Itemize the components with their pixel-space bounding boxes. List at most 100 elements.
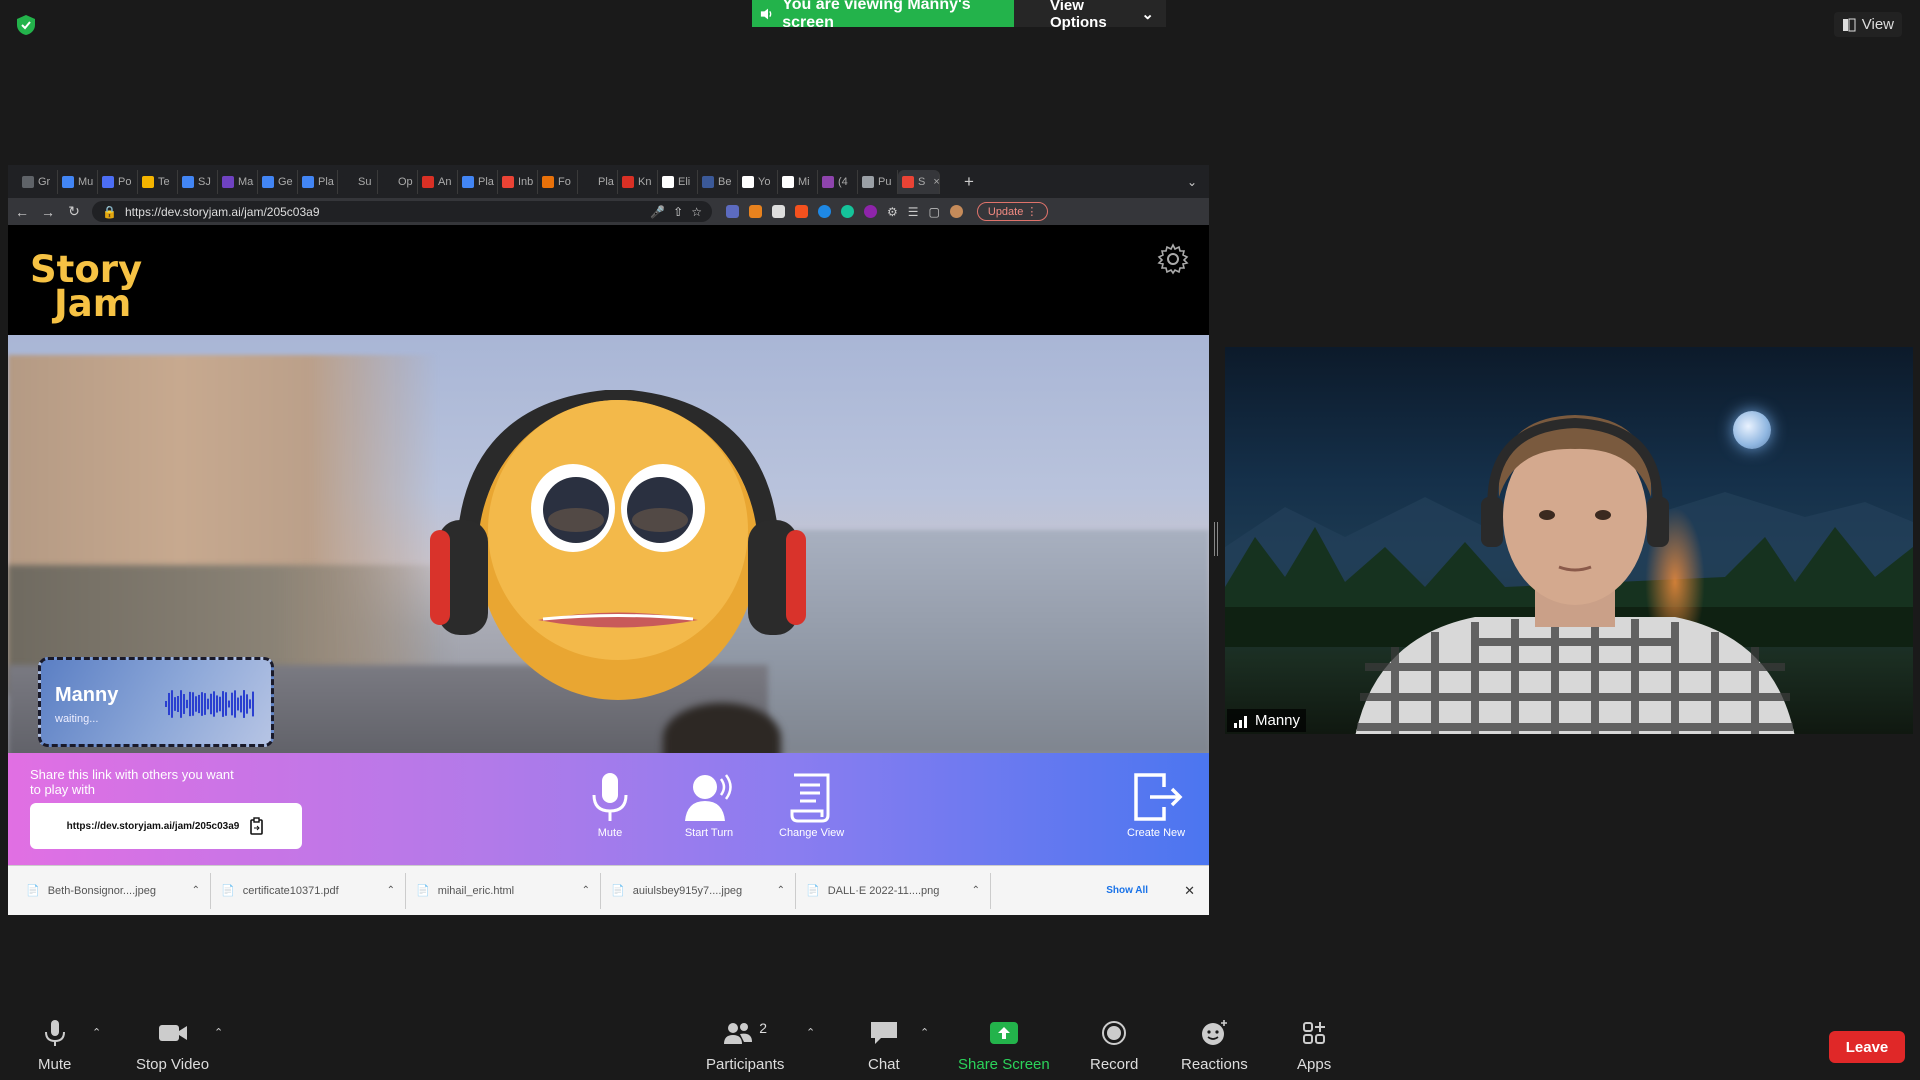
video-camera-icon	[158, 1025, 187, 1041]
copy-clipboard-icon[interactable]	[249, 817, 265, 835]
grammarly-icon[interactable]	[841, 205, 854, 218]
browser-tab[interactable]: Pla	[458, 169, 498, 194]
mute-tool-button[interactable]: Mute	[582, 771, 638, 839]
forward-arrow-icon[interactable]: →	[40, 204, 56, 220]
storyjam-logo[interactable]: Story Jam	[30, 251, 142, 322]
extension-icon[interactable]	[864, 205, 877, 218]
leave-meeting-button[interactable]: Leave	[1829, 1031, 1905, 1063]
browser-tab[interactable]: Fo	[538, 169, 578, 194]
browser-tab[interactable]: Ge	[258, 169, 298, 194]
browser-tab[interactable]: SJ	[178, 169, 218, 194]
extension-icon[interactable]	[795, 205, 808, 218]
reload-icon[interactable]: ↻	[66, 203, 82, 220]
chevron-up-icon[interactable]: ⌃	[192, 885, 200, 896]
puzzle-extensions-icon[interactable]: ⚙	[887, 205, 898, 219]
profile-avatar[interactable]	[949, 205, 963, 218]
metamask-icon[interactable]	[749, 205, 762, 218]
tab-label: Op	[398, 175, 413, 188]
change-view-label: Change View	[779, 827, 845, 839]
browser-tab[interactable]: Inb	[498, 169, 538, 194]
download-item[interactable]: 📄 certificate10371.pdf ⌃	[211, 872, 406, 909]
share-icon[interactable]: ⇧	[673, 205, 683, 219]
layout-icon	[1842, 18, 1856, 31]
browser-tab[interactable]: Eli	[658, 169, 698, 194]
security-shield-icon[interactable]	[15, 14, 37, 36]
extension-icon[interactable]	[726, 205, 739, 218]
record-button[interactable]: Record	[1090, 1020, 1138, 1073]
chevron-up-icon[interactable]: ⌃	[387, 885, 395, 896]
mute-options-caret-icon[interactable]: ⌃	[92, 1026, 101, 1039]
start-turn-button[interactable]: Start Turn	[681, 771, 737, 839]
settings-gear-icon[interactable]	[1157, 243, 1189, 275]
chevron-down-icon: ⌄	[1141, 5, 1154, 23]
tab-label: Pu	[878, 175, 892, 188]
tab-favicon-icon	[662, 175, 674, 188]
browser-tab[interactable]: Gr	[18, 169, 58, 194]
bookmark-star-icon[interactable]: ☆	[691, 205, 702, 219]
browser-tab[interactable]: Mi	[778, 169, 818, 194]
chat-button[interactable]: Chat	[868, 1020, 900, 1073]
browser-tab[interactable]: Po	[98, 169, 138, 194]
viewing-indicator: You are viewing Manny's screen	[752, 0, 1014, 31]
mute-button[interactable]: Mute	[38, 1020, 71, 1073]
reactions-button[interactable]: Reactions	[1181, 1020, 1248, 1073]
chevron-up-icon[interactable]: ⌃	[777, 885, 785, 896]
participants-options-caret-icon[interactable]: ⌃	[806, 1026, 815, 1039]
back-arrow-icon[interactable]: ←	[14, 204, 30, 220]
browser-tab[interactable]: (4	[818, 169, 858, 194]
change-view-button[interactable]: Change View	[779, 771, 844, 839]
microphone-icon[interactable]: 🎤	[650, 205, 665, 219]
browser-tab[interactable]: Op	[378, 169, 418, 194]
close-icon[interactable]: ✕	[1184, 883, 1195, 899]
browser-tab[interactable]: Pla	[298, 169, 338, 194]
download-item[interactable]: 📄 DALL·E 2022-11....png ⌃	[796, 872, 991, 909]
browser-tab[interactable]: Yo	[738, 169, 778, 194]
create-new-button[interactable]: Create New	[1127, 771, 1185, 839]
apps-button[interactable]: Apps	[1297, 1020, 1331, 1073]
new-tab-button[interactable]: +	[956, 172, 982, 192]
participant-video-tile[interactable]: Manny	[1225, 347, 1913, 734]
browser-tab[interactable]: Te	[138, 169, 178, 194]
update-button[interactable]: Update ⋮	[976, 202, 1049, 221]
share-screen-button[interactable]: Share Screen	[958, 1020, 1050, 1073]
reading-list-icon[interactable]: ☰	[908, 205, 919, 219]
browser-tab[interactable]: An	[418, 169, 458, 194]
download-item[interactable]: 📄 Beth-Bonsignor....jpeg ⌃	[16, 872, 211, 909]
close-tab-icon[interactable]: ×	[933, 176, 939, 188]
tab-search-chevron-icon[interactable]: ⌄	[1187, 175, 1197, 189]
stop-video-button[interactable]: Stop Video	[136, 1020, 209, 1073]
microphone-icon	[44, 1020, 65, 1046]
extension-icon[interactable]	[818, 205, 831, 218]
browser-tab[interactable]: Kn	[618, 169, 658, 194]
tab-favicon-icon	[822, 175, 834, 188]
chat-options-caret-icon[interactable]: ⌃	[920, 1026, 929, 1039]
scroll-icon	[790, 773, 830, 823]
view-options-button[interactable]: View Options ⌄	[1014, 0, 1166, 31]
show-all-downloads-button[interactable]: Show All	[1106, 885, 1148, 896]
tab-favicon-icon	[462, 175, 474, 188]
browser-tab[interactable]: Mu	[58, 169, 98, 194]
chevron-up-icon[interactable]: ⌃	[972, 885, 980, 896]
share-link-box[interactable]: https://dev.storyjam.ai/jam/205c03a9	[30, 803, 302, 849]
leave-label: Leave	[1845, 1038, 1889, 1056]
browser-tab[interactable]: Pla	[578, 169, 618, 194]
player-card: Manny waiting...	[38, 657, 274, 747]
extension-icon[interactable]	[772, 205, 785, 218]
participants-label: Participants	[706, 1056, 785, 1073]
download-item[interactable]: 📄 mihail_eric.html ⌃	[406, 872, 601, 909]
view-button[interactable]: View	[1833, 12, 1902, 37]
reactions-smiley-icon	[1202, 1020, 1228, 1045]
split-view-handle[interactable]	[1214, 522, 1218, 556]
browser-tab[interactable]: Su	[338, 169, 378, 194]
download-item[interactable]: 📄 auiulsbey915y7....jpeg ⌃	[601, 872, 796, 909]
tab-label: SJ	[198, 175, 211, 188]
video-options-caret-icon[interactable]: ⌃	[214, 1026, 223, 1039]
chevron-up-icon[interactable]: ⌃	[582, 885, 590, 896]
browser-tab[interactable]: Ma	[218, 169, 258, 194]
side-panel-icon[interactable]: ▢	[929, 205, 940, 219]
browser-tab[interactable]: Pu	[858, 169, 898, 194]
address-bar[interactable]: 🔒 https://dev.storyjam.ai/jam/205c03a9 🎤…	[92, 201, 712, 222]
browser-tab[interactable]: Be	[698, 169, 738, 194]
participants-button[interactable]: 2 Participants	[706, 1020, 784, 1073]
browser-tab[interactable]: S ×	[898, 169, 940, 194]
